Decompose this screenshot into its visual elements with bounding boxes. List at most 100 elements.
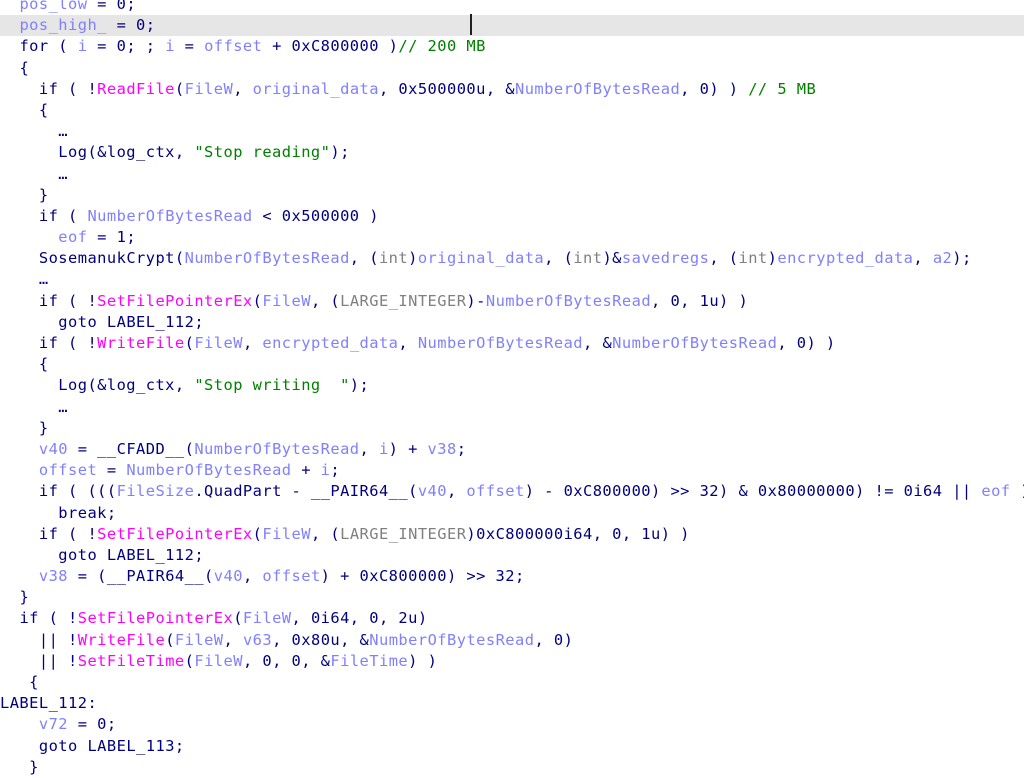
variable[interactable]: FileW [194, 334, 243, 352]
variable[interactable]: v38 [39, 567, 68, 585]
code-line[interactable]: pos_low = 0; [0, 0, 1024, 15]
variable[interactable]: NumberOfBytesRead [612, 334, 777, 352]
code-line[interactable]: } [0, 757, 1024, 778]
variable[interactable]: eof [981, 482, 1010, 500]
comment: // 5 MB [748, 79, 817, 98]
variable[interactable]: v40 [418, 482, 447, 500]
code-line[interactable]: … [0, 121, 1024, 142]
variable[interactable]: encrypted_data [777, 249, 913, 267]
code-line[interactable]: } [0, 185, 1024, 206]
variable[interactable]: a2 [933, 249, 952, 267]
variable[interactable]: FileW [175, 631, 224, 649]
code-line[interactable]: offset = NumberOfBytesRead + i; [0, 460, 1024, 481]
code-line[interactable]: if ( !ReadFile(FileW, original_data, 0x5… [0, 79, 1024, 100]
code-line[interactable]: v38 = (__PAIR64__(v40, offset) + 0xC8000… [0, 566, 1024, 587]
variable[interactable]: NumberOfBytesRead [185, 249, 350, 267]
code-line[interactable]: if ( !SetFilePointerEx(FileW, (LARGE_INT… [0, 291, 1024, 312]
label[interactable]: LABEL_112 [0, 694, 87, 712]
code-line[interactable]: break; [0, 503, 1024, 524]
variable[interactable]: NumberOfBytesRead [369, 631, 534, 649]
variable[interactable]: original_data [418, 249, 544, 267]
code-line[interactable]: if ( !WriteFile(FileW, encrypted_data, N… [0, 333, 1024, 354]
code-line[interactable]: } [0, 587, 1024, 608]
code-line[interactable]: v40 = __CFADD__(NumberOfBytesRead, i) + … [0, 439, 1024, 460]
code-line[interactable]: goto LABEL_112; [0, 312, 1024, 333]
code-line[interactable]: } [0, 418, 1024, 439]
code-line[interactable]: { [0, 672, 1024, 693]
variable[interactable]: i [321, 461, 331, 479]
label[interactable]: LABEL_112 [107, 313, 194, 331]
variable[interactable]: v63 [243, 631, 272, 649]
code-text: , & [583, 334, 613, 352]
code-line[interactable]: if ( NumberOfBytesRead < 0x500000 ) [0, 206, 1024, 227]
function-name[interactable]: SetFilePointerEx [97, 525, 252, 543]
variable[interactable]: i [165, 37, 175, 55]
variable[interactable]: offset [204, 37, 262, 55]
code-line[interactable]: pos_high_ = 0; [0, 15, 1024, 37]
variable[interactable]: v40 [39, 440, 68, 458]
code-line[interactable]: Log(&log_ctx, "Stop reading"); [0, 142, 1024, 163]
variable[interactable]: offset [262, 567, 320, 585]
code-line[interactable]: v72 = 0; [0, 714, 1024, 735]
variable[interactable]: FileTime [330, 652, 408, 670]
function-name[interactable]: SetFilePointerEx [78, 609, 233, 627]
label[interactable]: LABEL_112 [107, 546, 194, 564]
variable[interactable]: FileW [262, 525, 311, 543]
code-line[interactable]: { [0, 354, 1024, 375]
function-name[interactable]: WriteFile [97, 334, 184, 352]
function-name[interactable]: WriteFile [78, 631, 165, 649]
code-line[interactable]: SosemanukCrypt(NumberOfBytesRead, (int)o… [0, 248, 1024, 269]
code-line[interactable]: if ( !SetFilePointerEx(FileW, (LARGE_INT… [0, 524, 1024, 545]
variable[interactable]: FileSize [117, 482, 195, 500]
variable[interactable]: offset [466, 482, 524, 500]
variable[interactable]: FileW [194, 652, 243, 670]
code-text: = [97, 461, 127, 480]
code-line[interactable]: if ( (((FileSize.QuadPart - __PAIR64__(v… [0, 481, 1024, 502]
variable[interactable]: v40 [214, 567, 243, 585]
variable[interactable]: NumberOfBytesRead [515, 80, 680, 98]
code-line[interactable]: { [0, 58, 1024, 79]
pseudocode-editor[interactable]: pos_low = 0; pos_high_ = 0; for ( i = 0;… [0, 0, 1024, 778]
code-line[interactable]: || !SetFileTime(FileW, 0, 0, &FileTime) … [0, 651, 1024, 672]
keyword: break [58, 503, 107, 522]
variable[interactable]: encrypted_data [262, 334, 398, 352]
code-line[interactable]: for ( i = 0; ; i = offset + 0xC800000 )/… [0, 36, 1024, 57]
variable[interactable]: savedregs [622, 249, 709, 267]
code-line[interactable]: LABEL_112: [0, 693, 1024, 714]
variable[interactable]: NumberOfBytesRead [87, 207, 252, 225]
variable[interactable]: i [379, 440, 389, 458]
variable[interactable]: NumberOfBytesRead [194, 440, 359, 458]
variable[interactable]: pos_high_ [19, 16, 106, 34]
variable[interactable]: NumberOfBytesRead [486, 292, 651, 310]
code-line[interactable]: if ( !SetFilePointerEx(FileW, 0i64, 0, 2… [0, 608, 1024, 629]
function-name[interactable]: SetFileTime [78, 652, 185, 670]
code-line[interactable]: … [0, 164, 1024, 185]
code-line[interactable]: { [0, 100, 1024, 121]
variable[interactable]: FileW [243, 609, 292, 627]
variable[interactable]: NumberOfBytesRead [418, 334, 583, 352]
variable[interactable]: v38 [428, 440, 457, 458]
code-line[interactable]: … [0, 397, 1024, 418]
function-name[interactable]: SetFilePointerEx [97, 292, 252, 310]
variable[interactable]: original_data [253, 80, 379, 98]
code-line[interactable]: goto LABEL_112; [0, 545, 1024, 566]
label[interactable]: LABEL_113 [87, 737, 174, 755]
code-line[interactable]: || !WriteFile(FileW, v63, 0x80u, &Number… [0, 630, 1024, 651]
variable[interactable]: i [78, 37, 88, 55]
variable[interactable]: eof [58, 228, 87, 246]
code-line[interactable]: Log(&log_ctx, "Stop writing "); [0, 375, 1024, 396]
variable[interactable]: pos_low [19, 0, 87, 13]
function-name[interactable]: ReadFile [97, 80, 175, 98]
variable[interactable]: NumberOfBytesRead [126, 461, 291, 479]
variable[interactable]: FileW [185, 80, 234, 98]
variable[interactable]: v72 [39, 715, 68, 733]
code-text: ( [184, 651, 195, 670]
code-line[interactable]: eof = 1; [0, 227, 1024, 248]
code-text: , [233, 79, 253, 98]
code-line[interactable]: … [0, 269, 1024, 290]
variable[interactable]: FileW [262, 292, 311, 310]
keyword: if ( ! [38, 334, 98, 352]
variable[interactable]: offset [39, 461, 97, 479]
code-line[interactable]: goto LABEL_113; [0, 736, 1024, 757]
